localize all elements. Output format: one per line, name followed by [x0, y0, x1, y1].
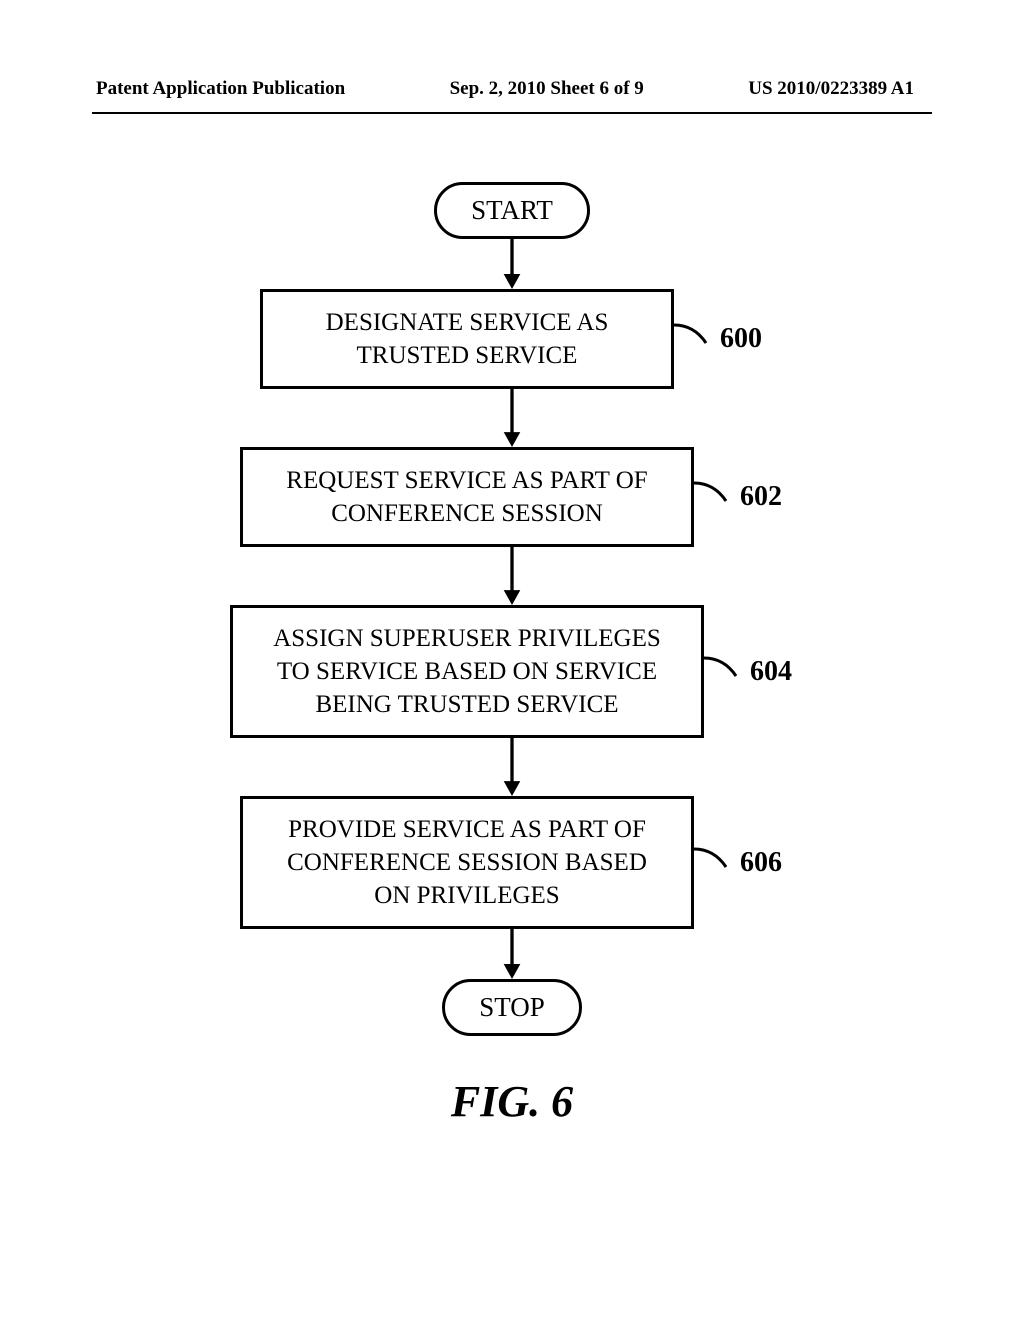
header-center: Sep. 2, 2010 Sheet 6 of 9: [450, 78, 644, 100]
flow-step-600: DESIGNATE SERVICE ASTRUSTED SERVICE: [260, 289, 674, 389]
leader-line-icon: [694, 843, 734, 883]
page: Patent Application Publication Sep. 2, 2…: [0, 0, 1024, 1320]
arrow-down-icon: [498, 929, 526, 979]
flow-step-row: DESIGNATE SERVICE ASTRUSTED SERVICE 600: [0, 289, 1024, 389]
flow-step-604: ASSIGN SUPERUSER PRIVILEGESTO SERVICE BA…: [230, 605, 704, 738]
header-rule: [92, 112, 932, 114]
header-left: Patent Application Publication: [96, 78, 345, 100]
flow-step-602: REQUEST SERVICE AS PART OFCONFERENCE SES…: [240, 447, 694, 547]
flow-step-ref: 606: [740, 847, 782, 879]
arrow-down-icon: [498, 389, 526, 447]
flow-step-ref: 600: [720, 323, 762, 355]
arrow-down-icon: [498, 239, 526, 289]
arrow-down-icon: [498, 547, 526, 605]
flow-step-606: PROVIDE SERVICE AS PART OFCONFERENCE SES…: [240, 796, 694, 929]
flow-step-row: PROVIDE SERVICE AS PART OFCONFERENCE SES…: [0, 796, 1024, 929]
flow-step-row: ASSIGN SUPERUSER PRIVILEGESTO SERVICE BA…: [0, 605, 1024, 738]
figure-label: FIG. 6: [0, 1076, 1024, 1127]
leader-line-icon: [694, 477, 734, 517]
flow-step-ref: 604: [750, 656, 792, 688]
header-right: US 2010/0223389 A1: [748, 78, 914, 100]
flow-step-ref: 602: [740, 481, 782, 513]
flow-stop-terminal: STOP: [442, 979, 582, 1036]
page-header: Patent Application Publication Sep. 2, 2…: [0, 78, 1024, 100]
leader-line-icon: [704, 652, 744, 692]
leader-line-icon: [674, 319, 714, 359]
flowchart: START DESIGNATE SERVICE ASTRUSTED SERVIC…: [0, 182, 1024, 1036]
flow-step-row: REQUEST SERVICE AS PART OFCONFERENCE SES…: [0, 447, 1024, 547]
flow-start-terminal: START: [434, 182, 590, 239]
arrow-down-icon: [498, 738, 526, 796]
